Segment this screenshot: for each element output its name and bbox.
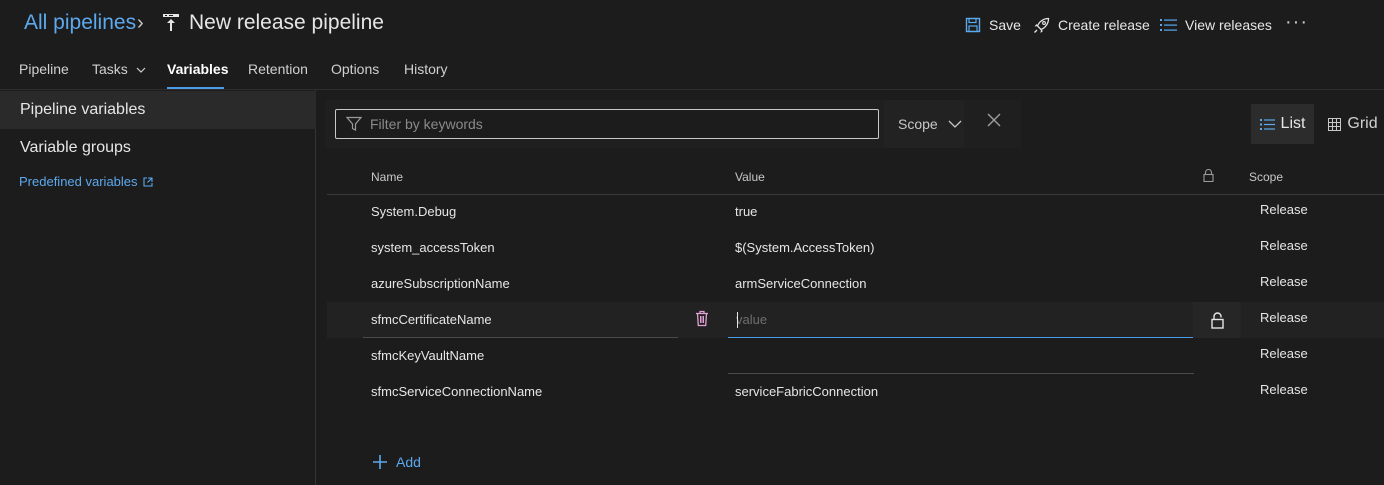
grid-view-toggle[interactable]: Grid xyxy=(1322,104,1384,144)
page-title: New release pipeline xyxy=(189,11,384,34)
variable-name[interactable]: azureSubscriptionName xyxy=(371,266,510,302)
more-actions-button[interactable]: ··· xyxy=(1285,11,1308,34)
variable-scope[interactable]: Release xyxy=(1260,192,1308,228)
predefined-variables-link[interactable]: Predefined variables xyxy=(19,174,153,189)
variable-value[interactable]: $(System.AccessToken) xyxy=(735,230,874,266)
variable-name[interactable]: sfmcServiceConnectionName xyxy=(371,374,542,410)
chevron-down-icon xyxy=(136,67,146,73)
variable-name[interactable]: System.Debug xyxy=(371,194,456,230)
variable-value-input[interactable] xyxy=(736,302,1176,336)
variable-scope[interactable]: Release xyxy=(1260,264,1308,300)
chevron-down-icon xyxy=(948,120,962,128)
create-release-button[interactable]: Create release xyxy=(1033,15,1150,35)
release-pipeline-icon xyxy=(163,14,179,31)
variable-name[interactable]: system_accessToken xyxy=(371,230,495,266)
rocket-icon xyxy=(1034,17,1050,33)
add-variable-button[interactable]: Add xyxy=(372,454,421,470)
tab-tasks-label: Tasks xyxy=(92,61,128,77)
variable-scope[interactable]: Release xyxy=(1260,336,1308,372)
top-bar: All pipelines › New release pipeline Sav… xyxy=(0,0,1384,48)
delete-variable-icon[interactable] xyxy=(695,310,709,327)
variable-scope[interactable]: Release xyxy=(1260,372,1308,408)
variable-scope[interactable]: Release xyxy=(1260,228,1308,264)
column-header-value[interactable]: Value xyxy=(735,170,765,184)
lock-column-icon xyxy=(1203,169,1214,182)
tab-pipeline[interactable]: Pipeline xyxy=(19,61,69,77)
external-link-icon xyxy=(142,176,153,187)
variable-name-input[interactable]: sfmcCertificateName xyxy=(371,302,492,338)
create-release-label: Create release xyxy=(1058,17,1150,33)
list-icon xyxy=(1160,19,1177,31)
filter-icon xyxy=(346,116,362,131)
table-row[interactable]: azureSubscriptionName armServiceConnecti… xyxy=(327,266,1384,302)
clear-filter-icon[interactable] xyxy=(987,113,1001,127)
column-header-name[interactable]: Name xyxy=(371,170,403,184)
tab-bar: Pipeline Tasks Variables Retention Optio… xyxy=(0,48,1384,90)
variable-value-editor[interactable] xyxy=(728,302,1194,338)
table-row[interactable]: system_accessToken $(System.AccessToken)… xyxy=(327,230,1384,266)
text-caret xyxy=(737,312,738,328)
tab-variables[interactable]: Variables xyxy=(167,61,229,77)
grid-view-label: Grid xyxy=(1347,115,1378,132)
column-header-scope[interactable]: Scope xyxy=(1249,170,1283,184)
scope-dropdown-label: Scope xyxy=(898,116,938,132)
list-icon xyxy=(1259,118,1275,130)
predefined-variables-label: Predefined variables xyxy=(19,174,138,189)
breadcrumb-all-pipelines[interactable]: All pipelines xyxy=(24,11,136,35)
list-view-label: List xyxy=(1280,115,1306,132)
breadcrumb-separator: › xyxy=(137,12,144,34)
sidebar-item-variable-groups[interactable]: Variable groups xyxy=(0,129,316,167)
variable-name[interactable]: sfmcKeyVaultName xyxy=(371,338,484,374)
variable-value[interactable]: armServiceConnection xyxy=(735,266,867,302)
view-releases-label: View releases xyxy=(1185,17,1272,33)
plus-icon xyxy=(373,455,387,469)
unlock-icon xyxy=(1210,311,1224,329)
scope-dropdown[interactable]: Scope xyxy=(884,100,964,148)
table-row[interactable]: sfmcServiceConnectionName serviceFabricC… xyxy=(327,374,1384,410)
variables-sidebar: Pipeline variables Variable groups Prede… xyxy=(0,90,316,485)
tab-retention[interactable]: Retention xyxy=(248,61,308,77)
view-releases-button[interactable]: View releases xyxy=(1160,15,1272,35)
tab-history[interactable]: History xyxy=(404,61,448,77)
variables-panel: Scope List Grid Name Value Scope xyxy=(317,90,1384,485)
grid-icon xyxy=(1328,117,1342,131)
tab-tasks[interactable]: Tasks xyxy=(92,61,146,77)
table-row[interactable]: System.Debug true Release xyxy=(327,194,1384,230)
save-label: Save xyxy=(989,17,1021,33)
tab-options[interactable]: Options xyxy=(331,61,379,77)
filter-box[interactable] xyxy=(335,109,879,139)
filter-input[interactable] xyxy=(370,110,870,138)
sidebar-item-pipeline-variables[interactable]: Pipeline variables xyxy=(0,91,316,129)
table-row-editing[interactable]: sfmcCertificateName Release xyxy=(327,302,1384,338)
variable-value[interactable]: serviceFabricConnection xyxy=(735,374,878,410)
variable-scope[interactable]: Release xyxy=(1260,300,1308,336)
variable-value[interactable]: true xyxy=(735,194,757,230)
add-variable-label: Add xyxy=(396,454,421,470)
save-button[interactable]: Save xyxy=(965,15,1021,35)
secret-lock-toggle[interactable] xyxy=(1193,302,1241,338)
save-icon xyxy=(965,17,981,33)
list-view-toggle[interactable]: List xyxy=(1251,104,1314,144)
table-row[interactable]: sfmcKeyVaultName Release xyxy=(327,338,1384,374)
